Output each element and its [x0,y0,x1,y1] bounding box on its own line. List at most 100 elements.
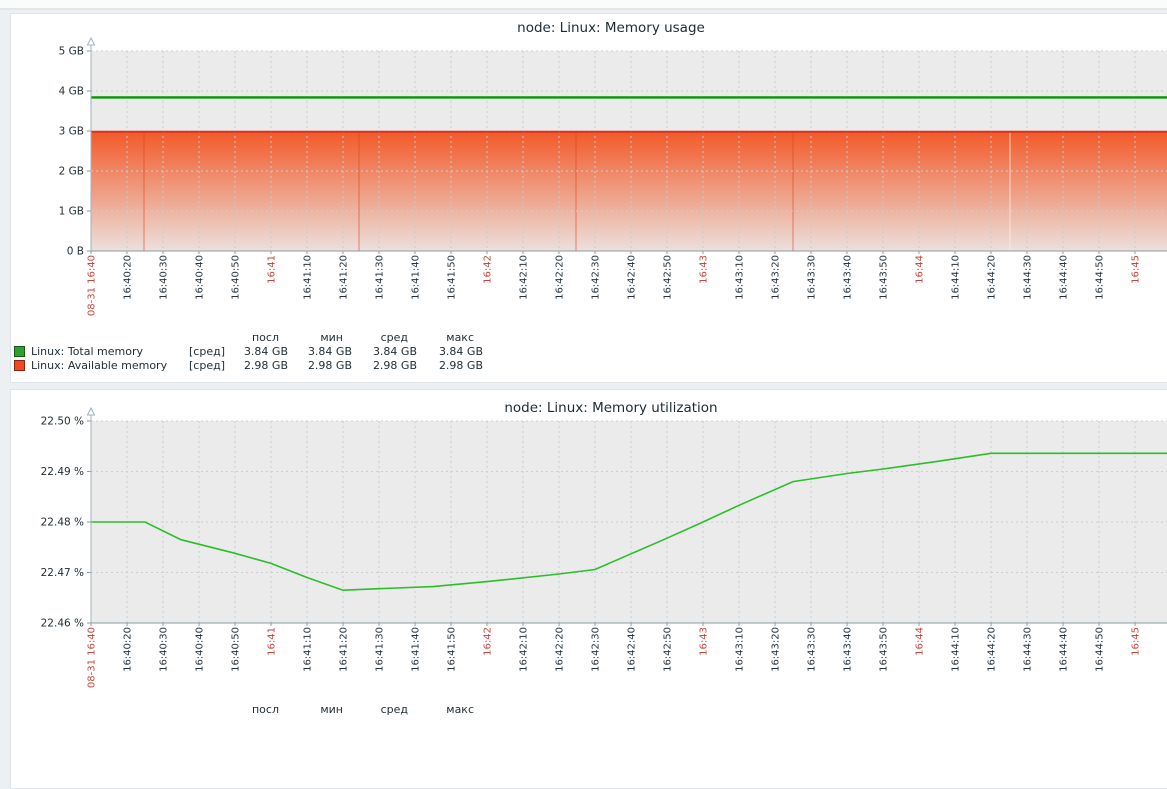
svg-text:16:42:50: 16:42:50 [663,627,674,672]
svg-text:5 GB: 5 GB [59,46,84,58]
svg-text:16:41: 16:41 [267,255,278,284]
svg-text:16:44:10: 16:44:10 [951,627,962,672]
svg-text:16:40:30: 16:40:30 [159,255,170,300]
svg-text:16:41:20: 16:41:20 [339,627,350,672]
svg-text:16:41:20: 16:41:20 [339,255,350,300]
svg-text:16:41: 16:41 [267,627,278,656]
svg-text:16:45: 16:45 [1131,627,1142,656]
svg-text:16:43:40: 16:43:40 [843,627,854,672]
memory-utilization-panel: node: Linux: Memory utilization 22.50 %2… [10,389,1167,789]
svg-text:16:43:50: 16:43:50 [879,255,890,300]
svg-text:16:42:20: 16:42:20 [555,255,566,300]
memory-utilization-graph[interactable]: 22.50 % 22.49 % 22.48 % 22.47 % 22.46 %08-31… [11,390,1167,698]
svg-text:22.46 %: 22.46 % [41,618,84,630]
memory-usage-graph[interactable]: 5 GB 4 GB 3 GB 2 GB 1 GB 0 B08-31 16:40 16:40:… [11,14,1167,326]
svg-text:22.47 %: 22.47 % [41,567,84,579]
memory-usage-panel: node: Linux: Memory usage 5 GB4 GB3 GB2 … [10,13,1167,383]
svg-text:16:43:30: 16:43:30 [807,627,818,672]
stat-avg: 2.98 GB [345,359,417,372]
svg-text:16:43:30: 16:43:30 [807,255,818,300]
svg-text:16:41:10: 16:41:10 [303,627,314,672]
svg-text:08-31 16:40: 08-31 16:40 [87,627,98,688]
svg-text:16:41:10: 16:41:10 [303,255,314,300]
svg-text:16:42:20: 16:42:20 [555,627,566,672]
svg-text:16:42:40: 16:42:40 [627,627,638,672]
svg-text:16:44:50: 16:44:50 [1095,255,1106,300]
svg-text:16:44:10: 16:44:10 [951,255,962,300]
svg-text:16:42: 16:42 [483,627,494,656]
svg-text:16:44:50: 16:44:50 [1095,627,1106,672]
legend-row-total-memory: Linux: Total memory [сред] 3.84 GB 3.84 … [11,345,571,358]
svg-text:16:43:40: 16:43:40 [843,255,854,300]
svg-text:08-31 16:40: 08-31 16:40 [87,255,98,316]
stat-avg: 3.84 GB [345,345,417,358]
svg-text:16:42:30: 16:42:30 [591,627,602,672]
svg-text:16:44: 16:44 [915,627,926,656]
svg-text:16:44:20: 16:44:20 [987,255,998,300]
series-label: Linux: Total memory [31,345,187,358]
stat-last: 3.84 GB [216,345,288,358]
svg-text:16:40:20: 16:40:20 [123,627,134,672]
svg-text:16:42: 16:42 [483,255,494,284]
series-swatch-total-memory [14,346,25,357]
legend-header-row: посл мин сред макс [11,331,571,344]
legend-col-last: посл [216,331,288,344]
svg-text:0 B: 0 B [67,246,84,258]
series-swatch-available-memory [14,360,25,371]
svg-text:16:41:30: 16:41:30 [375,255,386,300]
stat-min: 3.84 GB [280,345,352,358]
top-bar [0,0,1167,10]
stat-min: 2.98 GB [280,359,352,372]
svg-text:22.50 %: 22.50 % [41,416,84,428]
svg-text:16:43: 16:43 [699,627,710,656]
svg-text:16:43:50: 16:43:50 [879,627,890,672]
legend-col-avg: сред [345,703,417,716]
legend-col-min: мин [280,331,352,344]
legend-col-max: макс [411,331,483,344]
svg-text:2 GB: 2 GB [59,166,84,178]
svg-text:16:41:40: 16:41:40 [411,255,422,300]
svg-text:16:43: 16:43 [699,255,710,284]
svg-text:16:40:40: 16:40:40 [195,627,206,672]
svg-text:3 GB: 3 GB [59,126,84,138]
stat-last: 2.98 GB [216,359,288,372]
svg-text:16:44:20: 16:44:20 [987,627,998,672]
svg-text:16:44:30: 16:44:30 [1023,627,1034,672]
series-label: Linux: Available memory [31,359,187,372]
svg-text:16:43:20: 16:43:20 [771,255,782,300]
svg-text:16:40:50: 16:40:50 [231,627,242,672]
stat-max: 2.98 GB [411,359,483,372]
svg-text:16:44:40: 16:44:40 [1059,627,1070,672]
svg-text:16:40:50: 16:40:50 [231,255,242,300]
svg-text:16:43:10: 16:43:10 [735,255,746,300]
svg-text:16:45: 16:45 [1131,255,1142,284]
svg-text:22.48 %: 22.48 % [41,517,84,529]
svg-text:16:42:10: 16:42:10 [519,627,530,672]
svg-text:16:44: 16:44 [915,255,926,284]
svg-text:16:42:40: 16:42:40 [627,255,638,300]
svg-text:16:41:30: 16:41:30 [375,627,386,672]
legend-col-last: посл [216,703,288,716]
svg-text:16:42:50: 16:42:50 [663,255,674,300]
svg-text:16:40:20: 16:40:20 [123,255,134,300]
svg-text:16:40:30: 16:40:30 [159,627,170,672]
legend-col-avg: сред [345,331,417,344]
svg-text:22.49 %: 22.49 % [41,466,84,478]
svg-text:16:41:50: 16:41:50 [447,255,458,300]
legend-col-min: мин [280,703,352,716]
legend-row-available-memory: Linux: Available memory [сред] 2.98 GB 2… [11,359,571,372]
legend-header-row: посл мин сред макс [11,703,571,716]
svg-text:16:44:30: 16:44:30 [1023,255,1034,300]
legend-col-max: макс [411,703,483,716]
svg-text:16:42:10: 16:42:10 [519,255,530,300]
svg-text:16:44:40: 16:44:40 [1059,255,1070,300]
svg-text:16:40:40: 16:40:40 [195,255,206,300]
svg-text:16:42:30: 16:42:30 [591,255,602,300]
svg-text:16:43:20: 16:43:20 [771,627,782,672]
stat-max: 3.84 GB [411,345,483,358]
svg-text:16:41:50: 16:41:50 [447,627,458,672]
svg-text:16:43:10: 16:43:10 [735,627,746,672]
svg-text:16:41:40: 16:41:40 [411,627,422,672]
svg-text:1 GB: 1 GB [59,206,84,218]
svg-text:4 GB: 4 GB [59,86,84,98]
